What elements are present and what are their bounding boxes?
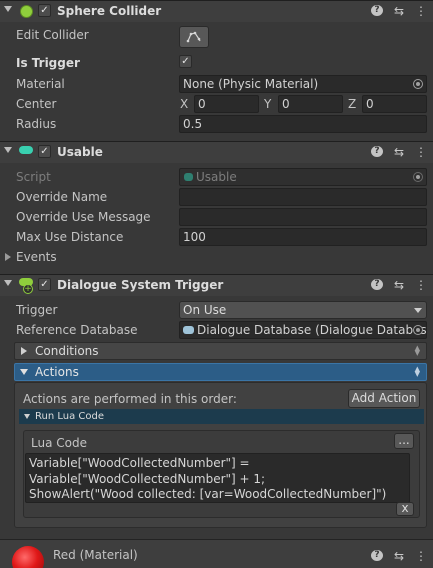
- foldout-arrow-icon: [21, 347, 27, 355]
- reference-database-value: Dialogue Database (Dialogue Databas: [197, 323, 427, 337]
- center-x-input[interactable]: 0: [194, 95, 259, 113]
- script-field: Usable: [179, 168, 427, 186]
- usable-script-icon: [19, 146, 33, 154]
- max-use-distance-input[interactable]: 100: [179, 228, 427, 246]
- events-foldout-icon[interactable]: [5, 253, 11, 261]
- center-label: Center: [16, 97, 57, 111]
- reorder-icon: ▲ ▼: [414, 365, 420, 378]
- reorder-icon: ▲ ▼: [414, 344, 420, 357]
- override-name-input[interactable]: [179, 188, 427, 206]
- component-title: Usable: [57, 145, 103, 159]
- lua-action-box: Lua Code ... Variable["WoodCollectedNumb…: [23, 430, 420, 518]
- foldout-arrow-icon[interactable]: [4, 147, 12, 153]
- menu-icon[interactable]: ⋮: [415, 4, 427, 18]
- material-preview-sphere: [12, 546, 44, 568]
- menu-icon[interactable]: ⋮: [415, 278, 427, 292]
- help-icon[interactable]: ?: [371, 146, 383, 157]
- max-use-distance-label: Max Use Distance: [16, 230, 124, 244]
- presets-icon[interactable]: ⇆: [393, 4, 405, 18]
- add-badge-icon: +: [23, 284, 33, 294]
- override-name-label: Override Name: [16, 190, 108, 204]
- dialogue-trigger-enabled-checkbox[interactable]: ✓: [38, 278, 51, 291]
- lua-code-label: Lua Code: [31, 436, 87, 450]
- lua-code-expand-button[interactable]: ...: [394, 433, 414, 449]
- sphere-collider-header[interactable]: ✓ Sphere Collider ? ⇆ ⋮: [0, 0, 433, 22]
- presets-icon[interactable]: ⇆: [393, 145, 405, 159]
- trigger-label: Trigger: [16, 303, 58, 317]
- sphere-collider-icon: [20, 5, 33, 18]
- run-lua-code-label: Run Lua Code: [35, 411, 104, 422]
- usable-enabled-checkbox[interactable]: ✓: [38, 145, 51, 158]
- presets-icon[interactable]: ⇆: [393, 549, 405, 563]
- script-icon: [184, 173, 193, 181]
- override-use-message-label: Override Use Message: [16, 210, 151, 224]
- center-y-input[interactable]: 0: [278, 95, 343, 113]
- script-value: Usable: [196, 170, 237, 184]
- presets-icon[interactable]: ⇆: [393, 278, 405, 292]
- material-field[interactable]: None (Physic Material): [179, 75, 427, 93]
- override-use-message-input[interactable]: [179, 208, 427, 226]
- usable-header[interactable]: ✓ Usable ? ⇆ ⋮: [0, 141, 433, 163]
- menu-icon[interactable]: ⋮: [415, 549, 427, 563]
- foldout-arrow-icon: [20, 369, 28, 375]
- actions-order-text: Actions are performed in this order:: [23, 392, 237, 406]
- material-header[interactable]: Red (Material) ? ⇆ ⋮: [0, 540, 433, 568]
- is-trigger-checkbox[interactable]: ✓: [179, 55, 192, 68]
- material-value: None (Physic Material): [183, 77, 319, 91]
- material-title: Red (Material): [53, 548, 138, 562]
- actions-foldout[interactable]: Actions ▲ ▼: [14, 363, 427, 381]
- foldout-arrow-icon: [24, 414, 30, 419]
- material-label: Material: [16, 77, 65, 91]
- is-trigger-label: Is Trigger: [16, 56, 80, 70]
- conditions-foldout[interactable]: Conditions ▲ ▼: [14, 342, 427, 360]
- help-icon[interactable]: ?: [371, 5, 383, 16]
- sphere-collider-enabled-checkbox[interactable]: ✓: [38, 4, 51, 17]
- object-picker-icon[interactable]: [413, 325, 423, 335]
- actions-panel: Actions are performed in this order: Add…: [14, 382, 427, 528]
- trigger-value: On Use: [183, 303, 227, 317]
- reference-database-label: Reference Database: [16, 323, 138, 337]
- events-foldout[interactable]: Events: [16, 250, 57, 264]
- help-icon[interactable]: ?: [371, 550, 383, 561]
- trigger-dropdown[interactable]: On Use: [179, 301, 427, 319]
- script-label: Script: [16, 170, 51, 184]
- center-y-label: Y: [264, 97, 272, 111]
- center-z-input[interactable]: 0: [362, 95, 427, 113]
- actions-label: Actions: [35, 365, 79, 379]
- center-z-label: Z: [348, 97, 357, 111]
- edit-collider-button[interactable]: [179, 26, 209, 48]
- lua-code-textarea[interactable]: Variable["WoodCollectedNumber"] = Variab…: [25, 453, 410, 503]
- dialogue-trigger-header[interactable]: + ✓ Dialogue System Trigger ? ⇆ ⋮: [0, 274, 433, 296]
- object-picker-icon[interactable]: [413, 79, 423, 89]
- add-action-button[interactable]: Add Action: [348, 389, 420, 408]
- database-icon: [183, 326, 194, 334]
- edit-collider-icon: [186, 31, 201, 43]
- radius-input[interactable]: 0.5: [179, 115, 427, 133]
- conditions-label: Conditions: [35, 344, 99, 358]
- edit-collider-label: Edit Collider: [16, 28, 89, 42]
- component-title: Dialogue System Trigger: [57, 278, 224, 292]
- reference-database-field[interactable]: Dialogue Database (Dialogue Databas: [179, 321, 427, 339]
- run-lua-code-header[interactable]: Run Lua Code: [19, 409, 424, 424]
- help-icon[interactable]: ?: [371, 279, 383, 290]
- menu-icon[interactable]: ⋮: [415, 145, 427, 159]
- object-picker-icon: [413, 172, 423, 182]
- remove-action-button[interactable]: x: [396, 502, 414, 516]
- foldout-arrow-icon[interactable]: [4, 280, 12, 286]
- foldout-arrow-icon[interactable]: [4, 6, 12, 12]
- radius-label: Radius: [16, 117, 57, 131]
- component-title: Sphere Collider: [57, 4, 162, 18]
- chevron-down-icon: [414, 308, 422, 313]
- center-x-label: X: [180, 97, 189, 111]
